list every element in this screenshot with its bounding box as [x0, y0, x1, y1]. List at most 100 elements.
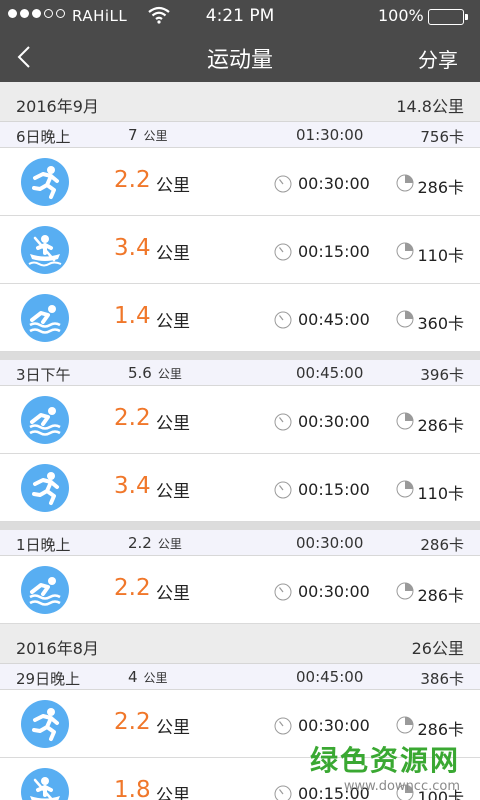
activity-row[interactable]: 2.2 公里 00:30:00 286卡 — [0, 386, 480, 454]
watermark: 绿色资源网 www.downcc.com — [310, 739, 460, 794]
day-calories: 286卡 — [420, 536, 464, 554]
calorie-pie-icon — [396, 412, 414, 430]
top-bar: RAHiLL 4:21 PM 100% 运动量 分享 — [0, 0, 480, 82]
calorie-pie-icon — [396, 242, 414, 260]
day-distance-unit: 公里 — [157, 537, 182, 551]
day-distance: 7 公里 — [128, 126, 168, 144]
page-title: 运动量 — [206, 48, 273, 73]
activity-duration: 00:15:00 — [298, 480, 370, 499]
day-distance-unit: 公里 — [157, 367, 182, 381]
activity-distance: 1.8 — [114, 777, 151, 800]
day-distance-value: 5.6 — [128, 364, 152, 382]
clock-icon — [274, 243, 292, 261]
activity-calories: 360卡 — [417, 314, 464, 333]
activity-distance: 2.2 — [114, 167, 151, 193]
day-summary: 3日下午 5.6 公里 00:45:00 396卡 — [0, 360, 480, 386]
share-button[interactable]: 分享 — [418, 44, 458, 73]
day-distance-unit: 公里 — [143, 671, 168, 685]
day-summary: 1日晚上 2.2 公里 00:30:00 286卡 — [0, 530, 480, 556]
day-calories: 386卡 — [420, 670, 464, 688]
activity-row[interactable]: 2.2 公里 00:30:00 286卡 — [0, 148, 480, 216]
day-calories: 396卡 — [420, 366, 464, 384]
section-divider — [0, 352, 480, 360]
activity-distance: 2.2 — [114, 709, 151, 735]
calorie-pie-icon — [396, 480, 414, 498]
day-label: 1日晚上 — [16, 536, 71, 554]
day-label: 6日晚上 — [16, 128, 71, 146]
day-distance: 5.6 公里 — [128, 364, 182, 382]
activity-calories: 286卡 — [417, 720, 464, 739]
clock-icon — [274, 311, 292, 329]
month-label: 2016年8月 — [16, 639, 99, 658]
swimming-icon — [21, 294, 69, 342]
month-total-distance: 26公里 — [411, 639, 464, 658]
distance-unit: 公里 — [156, 786, 190, 800]
clock-icon — [274, 481, 292, 499]
day-duration: 00:30:00 — [296, 534, 364, 552]
month-header: 2016年8月 26公里 — [0, 624, 480, 664]
activity-calories: 286卡 — [417, 586, 464, 605]
activity-calories: 110卡 — [417, 246, 464, 265]
rowing-icon — [21, 226, 69, 274]
day-duration: 00:45:00 — [296, 668, 364, 686]
nav-bar: 运动量 分享 — [0, 32, 480, 82]
activity-distance: 2.2 — [114, 575, 151, 601]
distance-unit: 公里 — [156, 176, 190, 196]
day-duration: 01:30:00 — [296, 126, 364, 144]
day-duration: 00:45:00 — [296, 364, 364, 382]
day-label: 3日下午 — [16, 366, 71, 384]
activity-distance: 2.2 — [114, 405, 151, 431]
watermark-title: 绿色资源网 — [309, 744, 460, 777]
day-calories: 756卡 — [420, 128, 464, 146]
activity-distance: 1.4 — [114, 303, 151, 329]
calorie-pie-icon — [396, 174, 414, 192]
activity-list: 2016年9月 14.8公里 6日晚上 7 公里 01:30:00 756卡 2.2 公里 00:… — [0, 82, 480, 800]
activity-duration: 00:45:00 — [298, 310, 370, 329]
day-summary: 6日晚上 7 公里 01:30:00 756卡 — [0, 122, 480, 148]
clock-icon — [274, 583, 292, 601]
activity-row[interactable]: 3.4 公里 00:15:00 110卡 — [0, 454, 480, 522]
month-total-distance: 14.8公里 — [396, 97, 464, 116]
activity-calories: 286卡 — [417, 416, 464, 435]
calorie-pie-icon — [396, 310, 414, 328]
day-distance: 4 公里 — [128, 668, 168, 686]
running-icon — [21, 158, 69, 206]
activity-duration: 00:30:00 — [298, 174, 370, 193]
battery-percent: 100% — [378, 6, 424, 25]
activity-calories: 110卡 — [417, 484, 464, 503]
distance-unit: 公里 — [156, 718, 190, 738]
activity-duration: 00:30:00 — [298, 716, 370, 735]
day-distance-value: 7 — [128, 126, 138, 144]
watermark-url: www.downcc.com — [343, 779, 460, 794]
swimming-icon — [21, 566, 69, 614]
activity-row[interactable]: 3.4 公里 00:15:00 110卡 — [0, 216, 480, 284]
day-distance: 2.2 公里 — [128, 534, 182, 552]
battery-icon — [428, 9, 468, 25]
month-label: 2016年9月 — [16, 97, 99, 116]
activity-duration: 00:30:00 — [298, 582, 370, 601]
activity-row[interactable]: 1.4 公里 00:45:00 360卡 — [0, 284, 480, 352]
running-icon — [21, 464, 69, 512]
clock-icon — [274, 413, 292, 431]
section-divider — [0, 522, 480, 530]
day-distance-value: 2.2 — [128, 534, 152, 552]
activity-distance: 3.4 — [114, 235, 151, 261]
activity-duration: 00:15:00 — [298, 242, 370, 261]
activity-distance: 3.4 — [114, 473, 151, 499]
month-header: 2016年9月 14.8公里 — [0, 82, 480, 122]
clock-icon — [274, 175, 292, 193]
day-distance-value: 4 — [128, 668, 138, 686]
distance-unit: 公里 — [156, 482, 190, 502]
day-distance-unit: 公里 — [143, 129, 168, 143]
status-bar: RAHiLL 4:21 PM 100% — [0, 0, 480, 32]
distance-unit: 公里 — [156, 584, 190, 604]
clock-icon — [274, 717, 292, 735]
distance-unit: 公里 — [156, 414, 190, 434]
clock-icon — [274, 785, 292, 800]
distance-unit: 公里 — [156, 244, 190, 264]
rowing-icon — [21, 768, 69, 800]
activity-row[interactable]: 2.2 公里 00:30:00 286卡 — [0, 556, 480, 624]
day-label: 29日晚上 — [16, 670, 81, 688]
swimming-icon — [21, 396, 69, 444]
distance-unit: 公里 — [156, 312, 190, 332]
